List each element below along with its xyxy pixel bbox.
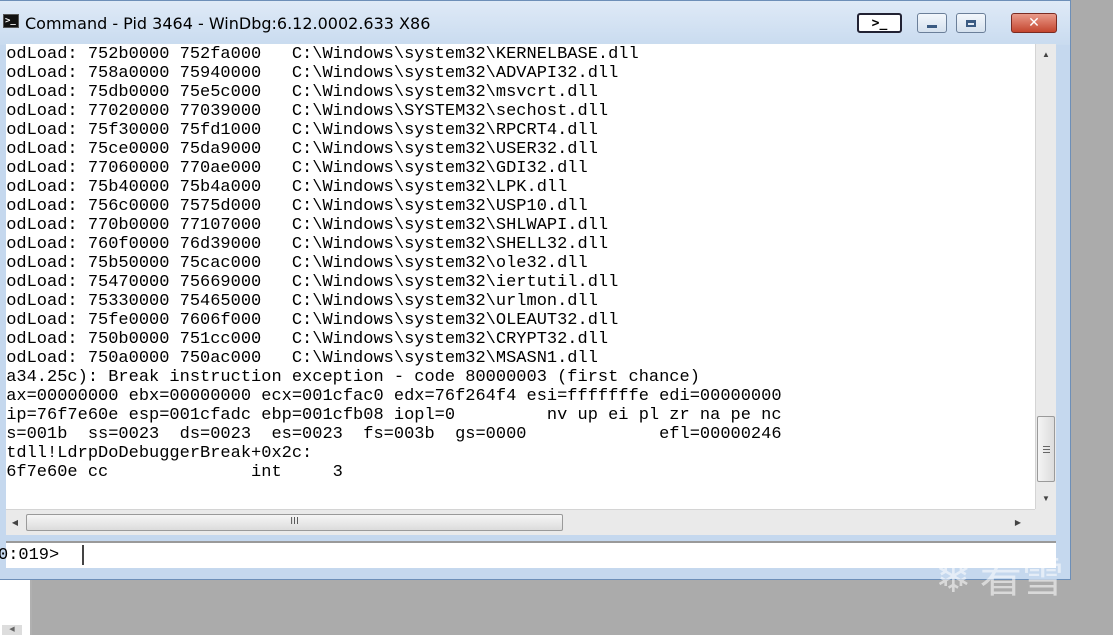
close-button[interactable]: ✕ [1011, 13, 1057, 33]
horizontal-scrollbar[interactable]: ◀ III ▶ [6, 509, 1035, 535]
scroll-right-arrow-icon[interactable]: ▶ [1009, 510, 1027, 535]
scroll-left-arrow-icon[interactable]: ◀ [2, 625, 22, 635]
output-line: ModLoad: 752b0000 752fa000 C:\Windows\sy… [6, 45, 639, 64]
output-line: ModLoad: 750a0000 750ac000 C:\Windows\sy… [6, 349, 598, 368]
watermark-logo: ❄ 看雪 [935, 548, 1095, 608]
output-line: ModLoad: 760f0000 76d39000 C:\Windows\sy… [6, 235, 609, 254]
output-line: ModLoad: 758a0000 75940000 C:\Windows\sy… [6, 64, 619, 83]
snowflake-icon: ❄ [935, 552, 972, 603]
title-bar[interactable]: >_ Command - Pid 3464 - WinDbg:6.12.0002… [0, 1, 1070, 45]
output-line: (a34.25c): Break instruction exception -… [6, 368, 700, 387]
output-line: ntdll!LdrpDoDebuggerBreak+0x2c: [6, 444, 313, 463]
horizontal-scroll-thumb[interactable]: III [26, 514, 563, 531]
minimize-button[interactable] [917, 13, 947, 33]
window-title: Command - Pid 3464 - WinDbg:6.12.0002.63… [25, 14, 431, 33]
scroll-up-arrow-icon[interactable]: ▲ [1036, 46, 1056, 63]
grip-line [1043, 449, 1050, 450]
command-input-row: 0:019> [0, 541, 1056, 568]
command-window-icon: >_ [3, 14, 19, 28]
output-line: 76f7e60e cc int 3 [6, 463, 343, 482]
grip-line [1043, 446, 1050, 447]
scroll-down-arrow-icon[interactable]: ▼ [1036, 490, 1056, 507]
output-line: ModLoad: 75ce0000 75da9000 C:\Windows\sy… [6, 140, 598, 159]
output-line: ModLoad: 77060000 770ae000 C:\Windows\sy… [6, 159, 588, 178]
output-line: ModLoad: 77020000 77039000 C:\Windows\SY… [6, 102, 609, 121]
output-line: ModLoad: 770b0000 77107000 C:\Windows\sy… [6, 216, 609, 235]
command-prompt-button[interactable]: >_ [857, 13, 902, 33]
output-line: ModLoad: 750b0000 751cc000 C:\Windows\sy… [6, 330, 609, 349]
background-window-edge: ◀ [0, 580, 32, 635]
prompt-button-label: >_ [871, 15, 888, 31]
scroll-left-arrow-icon[interactable]: ◀ [6, 510, 24, 535]
close-icon: ✕ [1028, 15, 1040, 31]
output-line: ModLoad: 75b50000 75cac000 C:\Windows\sy… [6, 254, 588, 273]
output-line: cs=001b ss=0023 ds=0023 es=0023 fs=003b … [6, 425, 782, 444]
command-input[interactable] [82, 545, 1048, 565]
output-line: ModLoad: 75f30000 75fd1000 C:\Windows\sy… [6, 121, 598, 140]
maximize-icon [966, 19, 976, 27]
output-line: ModLoad: 756c0000 7575d000 C:\Windows\sy… [6, 197, 588, 216]
vertical-scrollbar[interactable]: ▲ ▼ [1035, 44, 1056, 509]
maximize-button[interactable] [956, 13, 986, 33]
output-line: ModLoad: 75470000 75669000 C:\Windows\sy… [6, 273, 619, 292]
output-line: eax=00000000 ebx=00000000 ecx=001cfac0 e… [6, 387, 782, 406]
output-line: ModLoad: 75b40000 75b4a000 C:\Windows\sy… [6, 178, 568, 197]
vertical-scroll-thumb[interactable] [1037, 416, 1055, 482]
output-line: eip=76f7e60e esp=001cfadc ebp=001cfb08 i… [6, 406, 782, 425]
debugger-output-pane[interactable]: ModLoad: 752b0000 752fa000 C:\Windows\sy… [6, 44, 1035, 509]
output-line: ModLoad: 75330000 75465000 C:\Windows\sy… [6, 292, 598, 311]
grip-line [1043, 452, 1050, 453]
watermark-text: 看雪 [979, 553, 1064, 602]
minimize-icon [927, 24, 937, 28]
output-line: ModLoad: 75fe0000 7606f000 C:\Windows\sy… [6, 311, 619, 330]
command-prompt-label: 0:019> [0, 546, 70, 565]
scrollbar-corner [1035, 509, 1056, 535]
output-line: ModLoad: 75db0000 75e5c000 C:\Windows\sy… [6, 83, 598, 102]
